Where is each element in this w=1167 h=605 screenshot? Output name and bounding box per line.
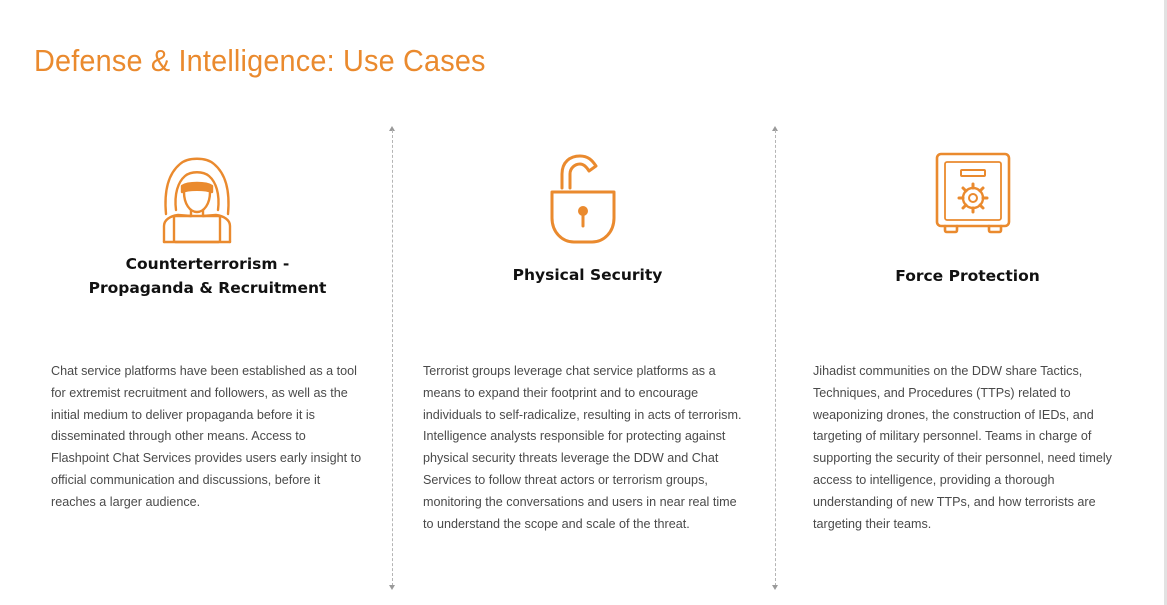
card-description: Terrorist groups leverage chat service p…: [423, 364, 742, 531]
use-case-card-counterterrorism: Counterterrorism - Propaganda & Recruitm…: [40, 0, 375, 605]
use-case-card-physical-security: Physical Security Terrorist groups lever…: [410, 0, 765, 605]
use-case-card-force-protection: Force Protection Jihadist communities on…: [795, 0, 1140, 605]
open-padlock-icon: [548, 152, 618, 244]
dashed-line: [392, 130, 393, 586]
hooded-hacker-icon: [158, 152, 236, 244]
column-divider: [771, 126, 780, 590]
card-title: Physical Security: [512, 266, 663, 284]
card-title: Counterterrorism - Propaganda & Recruitm…: [88, 255, 327, 297]
arrow-down-icon: [772, 585, 778, 590]
card-description: Jihadist communities on the DDW share Ta…: [813, 364, 1112, 531]
safe-vault-icon: [933, 150, 1013, 236]
column-divider: [388, 126, 397, 590]
card-title: Force Protection: [895, 267, 1040, 285]
arrow-down-icon: [389, 585, 395, 590]
card-description: Chat service platforms have been establi…: [51, 364, 362, 509]
dashed-line: [775, 130, 776, 586]
